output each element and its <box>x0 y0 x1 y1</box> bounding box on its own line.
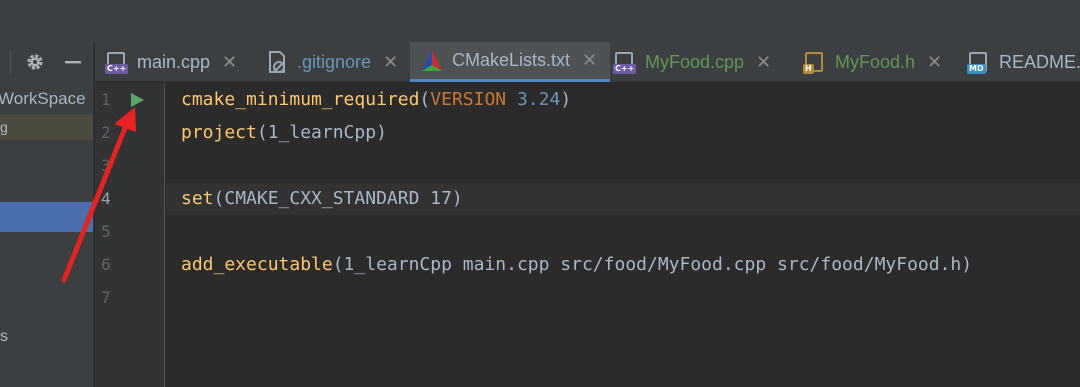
keyword: VERSION <box>430 89 507 110</box>
close-icon[interactable]: ✕ <box>756 52 771 73</box>
tab-cmakelists[interactable]: CMakeLists.txt ✕ <box>410 42 610 82</box>
paren: ( <box>419 89 431 110</box>
cmake-icon <box>420 49 444 73</box>
code-line: set(CMAKE_CXX_STANDARD 17) <box>181 188 463 209</box>
editor-tab-bar: C++ main.cpp ✕ .gitignore ✕ CMakeLists.t… <box>95 42 1080 82</box>
markdown-file-icon: MD <box>967 50 991 74</box>
close-icon[interactable]: ✕ <box>222 52 237 73</box>
close-icon[interactable]: ✕ <box>927 52 942 73</box>
gitignore-file-icon <box>265 50 289 74</box>
tab-gitignore[interactable]: .gitignore ✕ <box>265 42 407 82</box>
tab-myfood-h[interactable]: H MyFood.h ✕ <box>803 42 967 82</box>
minus-icon[interactable] <box>62 51 84 73</box>
line-number: 7 <box>101 288 111 307</box>
number: 3.24 <box>516 89 561 110</box>
project-panel: WorkSpace g s <box>0 42 94 387</box>
tab-myfood-cpp[interactable]: C++ MyFood.cpp ✕ <box>613 42 791 82</box>
function-name: cmake_minimum_required <box>181 89 420 110</box>
function-name: set <box>181 188 214 209</box>
cpp-file-icon: C++ <box>105 50 129 74</box>
line-number: 6 <box>101 255 111 274</box>
project-tree-item[interactable]: g <box>0 114 93 140</box>
tab-label: MyFood.cpp <box>645 51 745 72</box>
arguments: (CMAKE_CXX_STANDARD 17) <box>213 188 463 209</box>
cpp-file-icon: C++ <box>613 50 637 74</box>
line-number: 5 <box>101 222 111 241</box>
function-name: add_executable <box>181 254 333 275</box>
line-number: 4 <box>101 189 111 208</box>
arguments: (1_learnCpp) <box>256 122 387 143</box>
function-name: project <box>181 122 257 143</box>
project-tree-root[interactable]: WorkSpace <box>0 89 92 109</box>
line-number: 3 <box>101 156 111 175</box>
tab-label: README. <box>999 51 1080 72</box>
line-number: 2 <box>101 123 111 142</box>
run-icon[interactable] <box>129 92 145 108</box>
code-line: cmake_minimum_required(VERSION 3.24) <box>181 89 571 110</box>
tab-label: MyFood.h <box>835 51 916 72</box>
toolbar-divider <box>10 51 11 73</box>
code-line: add_executable(1_learnCpp main.cpp src/f… <box>181 254 972 275</box>
tab-readme[interactable]: MD README. <box>967 42 1080 82</box>
line-number: 1 <box>101 90 111 109</box>
code-line: project(1_learnCpp) <box>181 122 387 143</box>
tab-main-cpp[interactable]: C++ main.cpp ✕ <box>105 42 263 82</box>
project-toolbar <box>0 42 93 82</box>
tab-label: CMakeLists.txt <box>452 50 571 70</box>
title-area <box>0 0 1080 42</box>
close-icon[interactable]: ✕ <box>383 52 398 73</box>
project-tree-selected-item[interactable] <box>0 202 93 232</box>
tab-label: main.cpp <box>137 51 211 72</box>
editor-gutter: 1 2 3 4 5 6 7 <box>95 83 165 387</box>
project-tree-item[interactable]: s <box>0 328 93 346</box>
header-file-icon: H <box>803 50 827 74</box>
close-icon[interactable]: ✕ <box>582 50 597 71</box>
paren: ) <box>560 89 572 110</box>
gear-icon[interactable] <box>24 51 46 73</box>
tab-label: .gitignore <box>297 51 372 72</box>
arguments: (1_learnCpp main.cpp src/food/MyFood.cpp… <box>332 254 973 275</box>
code-editor[interactable]: cmake_minimum_required(VERSION 3.24) pro… <box>166 83 1080 387</box>
